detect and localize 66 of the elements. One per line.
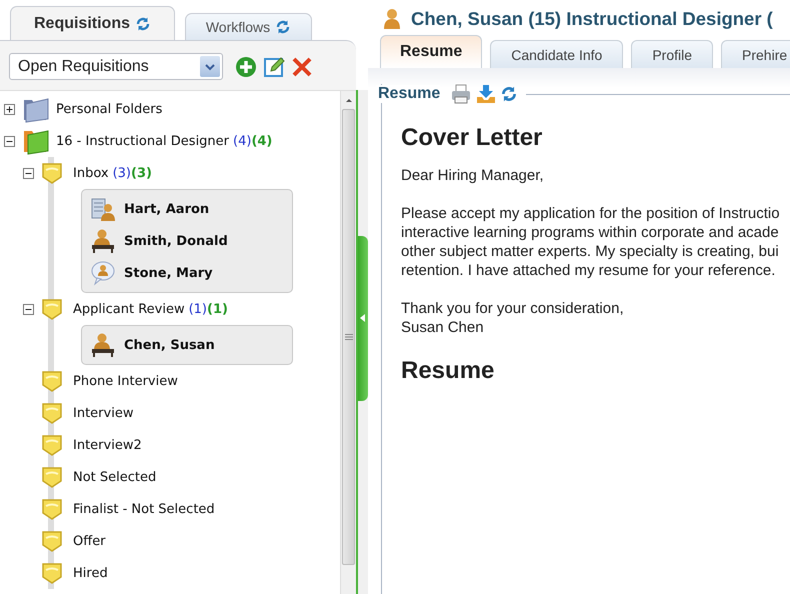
tree-item[interactable]: Personal Folders: [56, 102, 162, 116]
collapse-handle[interactable]: [358, 236, 368, 400]
count-label: (4): [251, 134, 272, 148]
person-speech-icon: [90, 260, 116, 286]
letter-closing: Thank you for your consideration, Susan Chen: [401, 299, 625, 337]
tree-item[interactable]: Finalist - Not Selected: [73, 502, 215, 516]
count-label: (4): [233, 134, 252, 148]
document-heading: Cover Letter: [401, 124, 544, 152]
tab[interactable]: Resume: [380, 35, 482, 68]
tree-item[interactable]: Offer: [73, 534, 106, 548]
grip-icon: [344, 333, 352, 341]
candidate-name[interactable]: Stone, Mary: [124, 266, 213, 280]
stage-icon: [41, 162, 63, 184]
stage-icon: [41, 370, 63, 392]
print-icon[interactable]: [450, 84, 472, 104]
tree-item[interactable]: Interview: [73, 406, 134, 420]
stage-icon: [41, 498, 63, 520]
requisition-dropdown[interactable]: Open Requisitions: [9, 53, 223, 80]
scroll-up-icon[interactable]: [344, 97, 352, 103]
refresh-icon[interactable]: [135, 16, 151, 32]
add-icon[interactable]: [235, 56, 257, 78]
tree-item[interactable]: Hired: [73, 566, 108, 580]
panel-tab[interactable]: Requisitions: [10, 6, 175, 41]
expand-toggle[interactable]: [23, 304, 34, 314]
stage-icon: [41, 562, 63, 584]
tab[interactable]: Candidate Info: [490, 40, 624, 68]
letter-paragraph: Please accept my application for the position of Instructio interactive learning programs within corporate and acade other subject matter experts. My specialty is creating, bui retention. I have attached my resume for your reference.: [401, 204, 781, 280]
stage-icon: [41, 530, 63, 552]
document-heading: Resume: [401, 357, 496, 385]
count-label: (1): [188, 302, 208, 316]
expand-toggle[interactable]: [4, 104, 15, 114]
caret-icon[interactable]: [205, 62, 215, 70]
person-icon: [383, 8, 401, 30]
tree-item[interactable]: 16 - Instructional Designer: [56, 134, 230, 148]
tree-item[interactable]: Inbox: [73, 166, 109, 180]
candidate-title: Chen, Susan (15) Instructional Designer (: [411, 8, 773, 30]
stage-icon: [41, 434, 63, 456]
count-label: (1): [207, 302, 228, 316]
candidate-name[interactable]: Chen, Susan: [124, 338, 215, 352]
building-person-icon: [90, 196, 116, 222]
stage-icon: [41, 466, 63, 488]
candidate-name[interactable]: Smith, Donald: [124, 234, 228, 248]
section-legend: Resume: [376, 85, 440, 103]
count-label: (3): [112, 166, 131, 180]
tree-item[interactable]: Phone Interview: [73, 374, 178, 388]
tab[interactable]: Prehire: [721, 40, 790, 68]
panel-tab[interactable]: Workflows: [185, 13, 312, 40]
tree-item[interactable]: Applicant Review: [73, 302, 185, 316]
refresh-icon[interactable]: [275, 19, 292, 35]
letter-salutation: Dear Hiring Manager,: [401, 166, 545, 185]
scrollbar[interactable]: [340, 91, 356, 594]
expand-toggle[interactable]: [23, 168, 34, 178]
tree-item[interactable]: Interview2: [73, 438, 142, 452]
delete-icon[interactable]: [291, 56, 313, 78]
tree-item[interactable]: Not Selected: [73, 470, 156, 484]
stage-icon: [41, 298, 63, 320]
tab[interactable]: Profile: [631, 40, 714, 68]
refresh-icon[interactable]: [500, 85, 518, 103]
stage-icon: [41, 402, 63, 424]
person-desk-icon: [90, 332, 116, 358]
edit-icon[interactable]: [263, 56, 285, 78]
candidate-name[interactable]: Hart, Aaron: [124, 202, 210, 216]
download-icon[interactable]: [476, 84, 496, 104]
person-desk-icon: [90, 228, 116, 254]
expand-toggle[interactable]: [4, 136, 15, 146]
count-label: (3): [131, 166, 152, 180]
